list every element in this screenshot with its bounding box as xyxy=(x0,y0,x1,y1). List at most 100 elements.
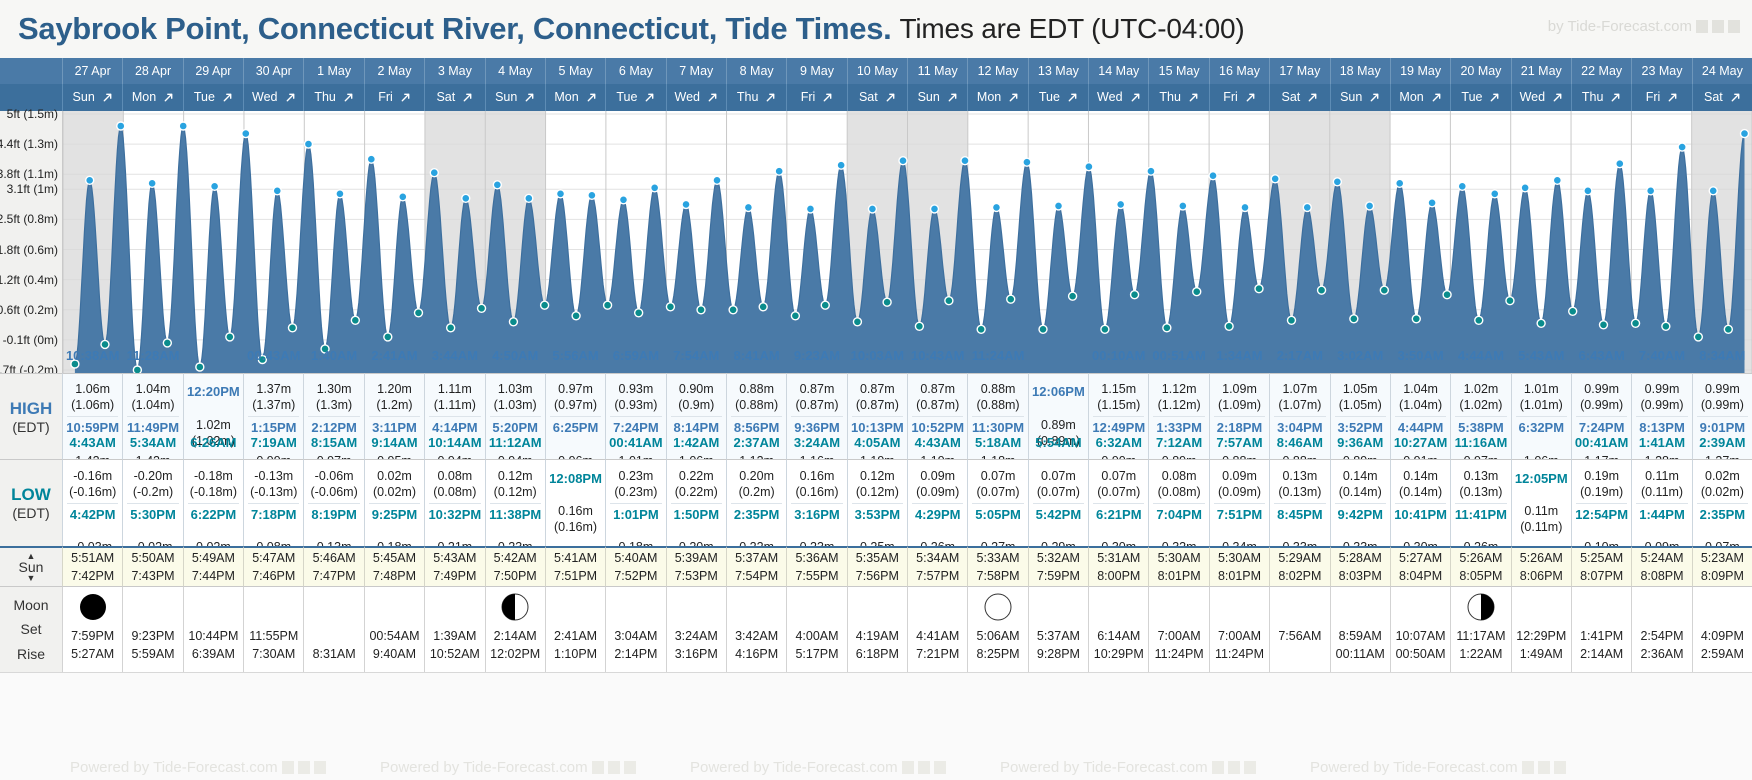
weekday-cell[interactable]: Tue xyxy=(182,84,243,111)
low-tide-cell[interactable]: 12:05PM 0.11m (0.11m) xyxy=(1510,459,1571,546)
low-tide-cell[interactable]: 7:12AM0.08m(0.08m)7:04PM0.32m(0.32m) xyxy=(1148,435,1209,570)
weekday-cell[interactable]: Sat xyxy=(424,84,484,111)
expand-arrow-icon[interactable] xyxy=(707,92,718,103)
expand-arrow-icon[interactable] xyxy=(524,92,535,103)
weekday-cell[interactable]: Wed xyxy=(243,84,303,111)
date-cell[interactable]: 22 May xyxy=(1570,58,1631,84)
weekday-cell[interactable]: Tue xyxy=(605,84,665,111)
expand-arrow-icon[interactable] xyxy=(462,92,473,103)
low-tide-cell[interactable]: 12:08PM 0.16m (0.16m) xyxy=(544,459,606,546)
date-cell[interactable]: 18 May xyxy=(1329,58,1390,84)
weekday-cell[interactable]: Sat xyxy=(1691,84,1752,111)
date-cell[interactable]: 4 May xyxy=(484,58,545,84)
date-cell[interactable]: 6 May xyxy=(605,58,665,84)
expand-arrow-icon[interactable] xyxy=(163,92,174,103)
low-tide-cell[interactable]: 2:39AM0.02m(0.02m)2:35PM0.07m(0.07m) xyxy=(1691,435,1752,570)
weekday-cell[interactable]: Thu xyxy=(1570,84,1631,111)
date-cell[interactable]: 21 May xyxy=(1510,58,1571,84)
low-tide-cell[interactable]: 11:16AM0.13m(0.13m)11:41PM0.26m(0.26m) xyxy=(1450,435,1511,570)
weekday-cell[interactable]: Thu xyxy=(1148,84,1208,111)
low-tide-cell[interactable]: 3:24AM0.16m(0.16m)3:16PM0.23m(0.23m) xyxy=(786,435,847,570)
low-tide-cell[interactable]: 7:57AM0.09m(0.09m)7:51PM0.34m(0.34m) xyxy=(1208,435,1270,570)
low-tide-cell[interactable]: 11:12AM0.12m(0.12m)11:38PM0.23m(0.23m) xyxy=(484,435,545,570)
date-cell[interactable]: 11 May xyxy=(907,58,967,84)
weekday-cell[interactable]: Mon xyxy=(1389,84,1450,111)
low-tide-cell[interactable]: 00:41AM0.23m(0.23m)1:01PM0.18m(0.18m) xyxy=(605,435,666,570)
date-cell[interactable]: 13 May xyxy=(1027,58,1088,84)
date-cell[interactable]: 1 May xyxy=(303,58,363,84)
weekday-cell[interactable]: Thu xyxy=(303,84,363,111)
expand-arrow-icon[interactable] xyxy=(1552,92,1563,103)
low-tide-cell[interactable]: 9:14AM0.02m(0.02m)9:25PM0.18m(0.18m) xyxy=(363,435,425,570)
low-tide-cell[interactable]: 5:54AM0.07m(0.07m)5:42PM0.29m(0.29m) xyxy=(1027,435,1089,570)
expand-arrow-icon[interactable] xyxy=(1245,92,1256,103)
date-cell[interactable]: 2 May xyxy=(363,58,424,84)
weekday-cell[interactable]: Thu xyxy=(725,84,786,111)
low-tide-cell[interactable]: 2:37AM0.20m(0.2m)2:35PM0.22m(0.22m) xyxy=(725,435,787,570)
low-tide-cell[interactable]: 4:43AM-0.16m(-0.16m)4:42PM-0.03m(-0.03m) xyxy=(62,435,123,570)
weekday-cell[interactable]: Wed xyxy=(665,84,726,111)
high-tide-cell[interactable]: 5:43AM1.01m(1.01m)6:32PM1.06m(1.06m) xyxy=(1510,348,1571,484)
low-tide-cell[interactable]: 1:42AM0.22m(0.22m)1:50PM0.20m(0.2m) xyxy=(665,435,726,570)
expand-arrow-icon[interactable] xyxy=(1610,92,1621,103)
low-tide-cell[interactable]: 10:27AM0.14m(0.14m)10:41PM0.30m(0.3m) xyxy=(1389,435,1451,570)
weekday-cell[interactable]: Mon xyxy=(967,84,1027,111)
weekday-cell[interactable]: Sun xyxy=(907,84,967,111)
expand-arrow-icon[interactable] xyxy=(644,92,655,103)
expand-arrow-icon[interactable] xyxy=(1067,92,1078,103)
expand-arrow-icon[interactable] xyxy=(586,92,597,103)
expand-arrow-icon[interactable] xyxy=(1188,92,1199,103)
low-tide-cell[interactable]: 4:05AM0.12m(0.12m)3:53PM0.25m(0.25m) xyxy=(846,435,908,570)
expand-arrow-icon[interactable] xyxy=(102,92,113,103)
date-cell[interactable]: 5 May xyxy=(544,58,605,84)
date-cell[interactable]: 14 May xyxy=(1088,58,1148,84)
low-tide-cell[interactable]: 4:43AM0.09m(0.09m)4:29PM0.26m(0.26m) xyxy=(907,435,968,570)
expand-arrow-icon[interactable] xyxy=(343,92,354,103)
low-tide-cell[interactable]: 1:41AM0.11m(0.11m)1:44PM0.09m(0.09m) xyxy=(1631,435,1692,570)
weekday-cell[interactable]: Sun xyxy=(62,84,122,111)
expand-arrow-icon[interactable] xyxy=(765,92,776,103)
weekday-cell[interactable]: Fri xyxy=(363,84,424,111)
low-tide-cell[interactable]: 6:26AM-0.18m(-0.18m)6:22PM0.02m(0.02m) xyxy=(182,435,244,570)
expand-arrow-icon[interactable] xyxy=(1489,92,1500,103)
date-cell[interactable]: 17 May xyxy=(1269,58,1329,84)
low-tide-cell[interactable]: 00:41AM0.19m(0.19m)12:54PM0.10m(0.1m) xyxy=(1570,435,1632,570)
date-cell[interactable]: 10 May xyxy=(846,58,907,84)
weekday-cell[interactable]: Tue xyxy=(1027,84,1088,111)
low-tide-cell[interactable]: 5:34AM-0.20m(-0.2m)5:30PM-0.02m(-0.02m) xyxy=(122,435,183,570)
date-cell[interactable]: 28 Apr xyxy=(122,58,182,84)
weekday-cell[interactable]: Mon xyxy=(122,84,182,111)
date-cell[interactable]: 20 May xyxy=(1450,58,1510,84)
weekday-cell[interactable]: Fri xyxy=(786,84,846,111)
expand-arrow-icon[interactable] xyxy=(1369,92,1380,103)
expand-arrow-icon[interactable] xyxy=(1730,92,1741,103)
weekday-cell[interactable]: Fri xyxy=(1208,84,1269,111)
weekday-cell[interactable]: Sat xyxy=(1269,84,1329,111)
weekday-cell[interactable]: Wed xyxy=(1088,84,1148,111)
low-tide-cell[interactable]: 10:14AM0.08m(0.08m)10:32PM0.21m(0.21m) xyxy=(424,435,485,570)
weekday-cell[interactable]: Tue xyxy=(1450,84,1510,111)
weekday-cell[interactable]: Fri xyxy=(1631,84,1691,111)
expand-arrow-icon[interactable] xyxy=(885,92,896,103)
low-tide-cell[interactable]: 8:46AM0.13m(0.13m)8:45PM0.33m(0.33m) xyxy=(1269,435,1330,570)
low-tide-cell[interactable]: 6:32AM0.07m(0.07m)6:21PM0.30m(0.3m) xyxy=(1088,435,1149,570)
weekday-cell[interactable]: Wed xyxy=(1510,84,1571,111)
low-tide-cell[interactable]: 9:36AM0.14m(0.14m)9:42PM0.33m(0.33m) xyxy=(1329,435,1390,570)
date-cell[interactable]: 8 May xyxy=(725,58,786,84)
expand-arrow-icon[interactable] xyxy=(822,92,833,103)
expand-arrow-icon[interactable] xyxy=(1431,92,1442,103)
expand-arrow-icon[interactable] xyxy=(400,92,411,103)
weekday-cell[interactable]: Sun xyxy=(1329,84,1390,111)
date-cell[interactable]: 12 May xyxy=(967,58,1027,84)
expand-arrow-icon[interactable] xyxy=(1008,92,1019,103)
weekday-cell[interactable]: Sun xyxy=(484,84,545,111)
expand-arrow-icon[interactable] xyxy=(1307,92,1318,103)
date-cell[interactable]: 9 May xyxy=(786,58,846,84)
date-cell[interactable]: 7 May xyxy=(665,58,726,84)
expand-arrow-icon[interactable] xyxy=(1130,92,1141,103)
low-tide-cell[interactable]: 5:18AM0.07m(0.07m)5:05PM0.27m(0.27m) xyxy=(967,435,1028,570)
date-cell[interactable]: 16 May xyxy=(1208,58,1269,84)
date-cell[interactable]: 15 May xyxy=(1148,58,1208,84)
low-tide-cell[interactable]: 7:19AM-0.13m(-0.13m)7:18PM0.08m(0.08m) xyxy=(243,435,304,570)
date-cell[interactable]: 3 May xyxy=(424,58,484,84)
